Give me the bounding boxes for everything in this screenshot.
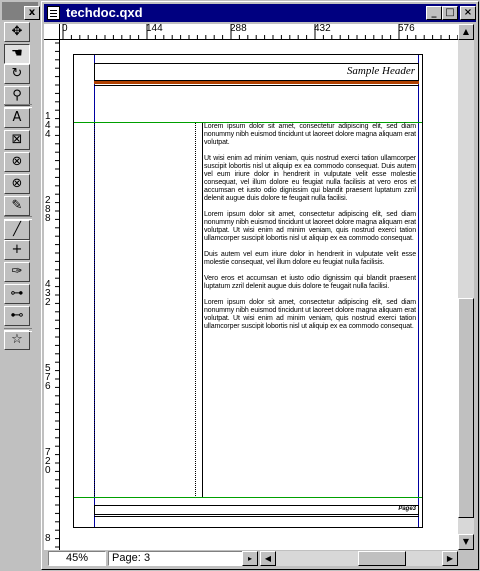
page-menu-button[interactable]: ▸ [242,551,258,566]
rect-picture-box-tool-icon: ⊠ [11,132,23,147]
ruler-label: 2 [45,297,51,308]
header-text: Sample Header [346,65,415,77]
document-window: techdoc.qxd _ □ × 0 144 288 432 576 14428843… [41,1,479,570]
palette-title-bar: x [2,2,40,20]
orthogonal-line-tool-icon: + [11,242,23,257]
body-text[interactable]: Lorem ipsum dolor sit amet, consectetur … [204,123,416,339]
window-title: techdoc.qxd [66,5,143,20]
zoom-tool-button[interactable]: ⚲ [4,86,30,106]
line-tool-icon: ╱ [13,222,21,237]
ruler-label: 4 [45,129,51,140]
ruler-origin[interactable] [44,24,60,40]
title-bar[interactable]: techdoc.qxd _ □ × [44,4,476,22]
close-button[interactable]: × [460,6,476,20]
item-tool-icon: ✥ [11,24,23,39]
scroll-up-button[interactable]: ▲ [458,24,474,40]
rect-picture-box-tool-button[interactable]: ⊠ [4,130,30,150]
unlinking-tool-button[interactable]: ⊷ [4,306,30,326]
content-tool-button[interactable]: ☚ [4,44,30,64]
header-rule [94,81,419,84]
ruler-label: 288 [230,24,247,34]
ruler-label: 8 [45,213,51,224]
body-paragraph: Lorem ipsum dolor sit amet, consectetur … [204,299,416,330]
status-bar: 45% Page: 3 ▸ ◀ ▶ [44,550,458,567]
footer-divider [94,516,419,517]
document-icon[interactable] [47,6,60,20]
ruler-label: 8 [45,533,51,544]
maximize-button[interactable]: □ [442,6,458,20]
header-box[interactable]: Sample Header [94,63,419,81]
scroll-left-button[interactable]: ◀ [260,551,276,566]
horizontal-scroll-thumb[interactable] [358,551,406,566]
tool-palette: x ✥ ☚ ↻ ⚲ A ⊠ ⊗ ⊗ ✎ ╱ + ✑ ⊶ ⊷ ☆ [0,0,40,571]
unlinking-tool-icon: ⊷ [10,308,24,323]
body-paragraph: Vero eros et accumsan et iusto odio dign… [204,275,416,290]
ruler-label: 0 [62,24,68,34]
item-tool-button[interactable]: ✥ [4,22,30,42]
ruler-label: 144 [146,24,163,34]
rounded-picture-box-tool-button[interactable]: ⊗ [4,152,30,172]
zoom-tool-icon: ⚲ [12,88,22,103]
bezier-line-tool-button[interactable]: ✑ [4,262,30,282]
ruler-label: 0 [45,465,51,476]
text-box-tool-button[interactable]: A [4,108,30,128]
left-column-box[interactable] [94,123,196,496]
footer-box[interactable] [94,505,419,515]
vertical-scrollbar[interactable]: ▲ ▼ [458,24,474,550]
rotate-tool-icon: ↻ [11,66,23,81]
oval-picture-box-tool-button[interactable]: ⊗ [4,174,30,194]
palette-close-button[interactable]: x [24,6,40,20]
vertical-ruler[interactable]: 1442884325767208 [44,40,60,550]
rounded-picture-box-tool-icon: ⊗ [11,154,23,169]
star-tool-button[interactable]: ☆ [4,330,30,350]
linking-tool-button[interactable]: ⊶ [4,284,30,304]
body-paragraph: Ut wisi enim ad minim veniam, quis nostr… [204,155,416,202]
size-grip[interactable] [458,550,474,567]
ruler-label: 6 [45,381,51,392]
palette-separator [4,328,32,332]
minimize-button[interactable]: _ [426,6,442,20]
page-field[interactable]: 3 [143,551,243,566]
palette-separator [4,216,32,220]
bezier-picture-box-tool-button[interactable]: ✎ [4,196,30,216]
document-canvas[interactable]: Sample Header Lorem ipsum dolor sit amet… [60,40,458,550]
horizontal-ruler[interactable]: 0 144 288 432 576 [60,24,458,40]
rotate-tool-button[interactable]: ↻ [4,64,30,84]
ruler-label: 576 [398,24,415,34]
palette-separator [4,104,32,108]
oval-picture-box-tool-icon: ⊗ [11,176,23,191]
text-box-tool-icon: A [12,110,22,125]
body-paragraph: Duis autem vel eum iriure dolor in hendr… [204,251,416,266]
bezier-picture-box-tool-icon: ✎ [11,198,23,213]
footer-page-label: Page3 [398,506,416,512]
bezier-line-tool-icon: ✑ [11,264,23,279]
page[interactable]: Sample Header Lorem ipsum dolor sit amet… [73,54,423,528]
ruler-label: 432 [314,24,331,34]
linking-tool-icon: ⊶ [10,286,24,301]
horizontal-scrollbar[interactable]: ◀ ▶ [260,551,458,566]
scroll-down-button[interactable]: ▼ [458,534,474,550]
line-tool-button[interactable]: ╱ [4,220,30,240]
orthogonal-line-tool-button[interactable]: + [4,240,30,260]
header-divider [94,85,419,86]
vertical-scroll-thumb[interactable] [458,298,474,518]
ruler-guide-bottom [74,497,422,498]
zoom-field[interactable]: 45% [48,551,106,566]
body-paragraph: Lorem ipsum dolor sit amet, consectetur … [204,211,416,242]
body-paragraph: Lorem ipsum dolor sit amet, consectetur … [204,123,416,146]
star-tool-icon: ☆ [11,332,23,347]
scroll-right-button[interactable]: ▶ [442,551,458,566]
page-label: Page: [108,551,144,566]
content-tool-icon: ☚ [11,46,23,61]
